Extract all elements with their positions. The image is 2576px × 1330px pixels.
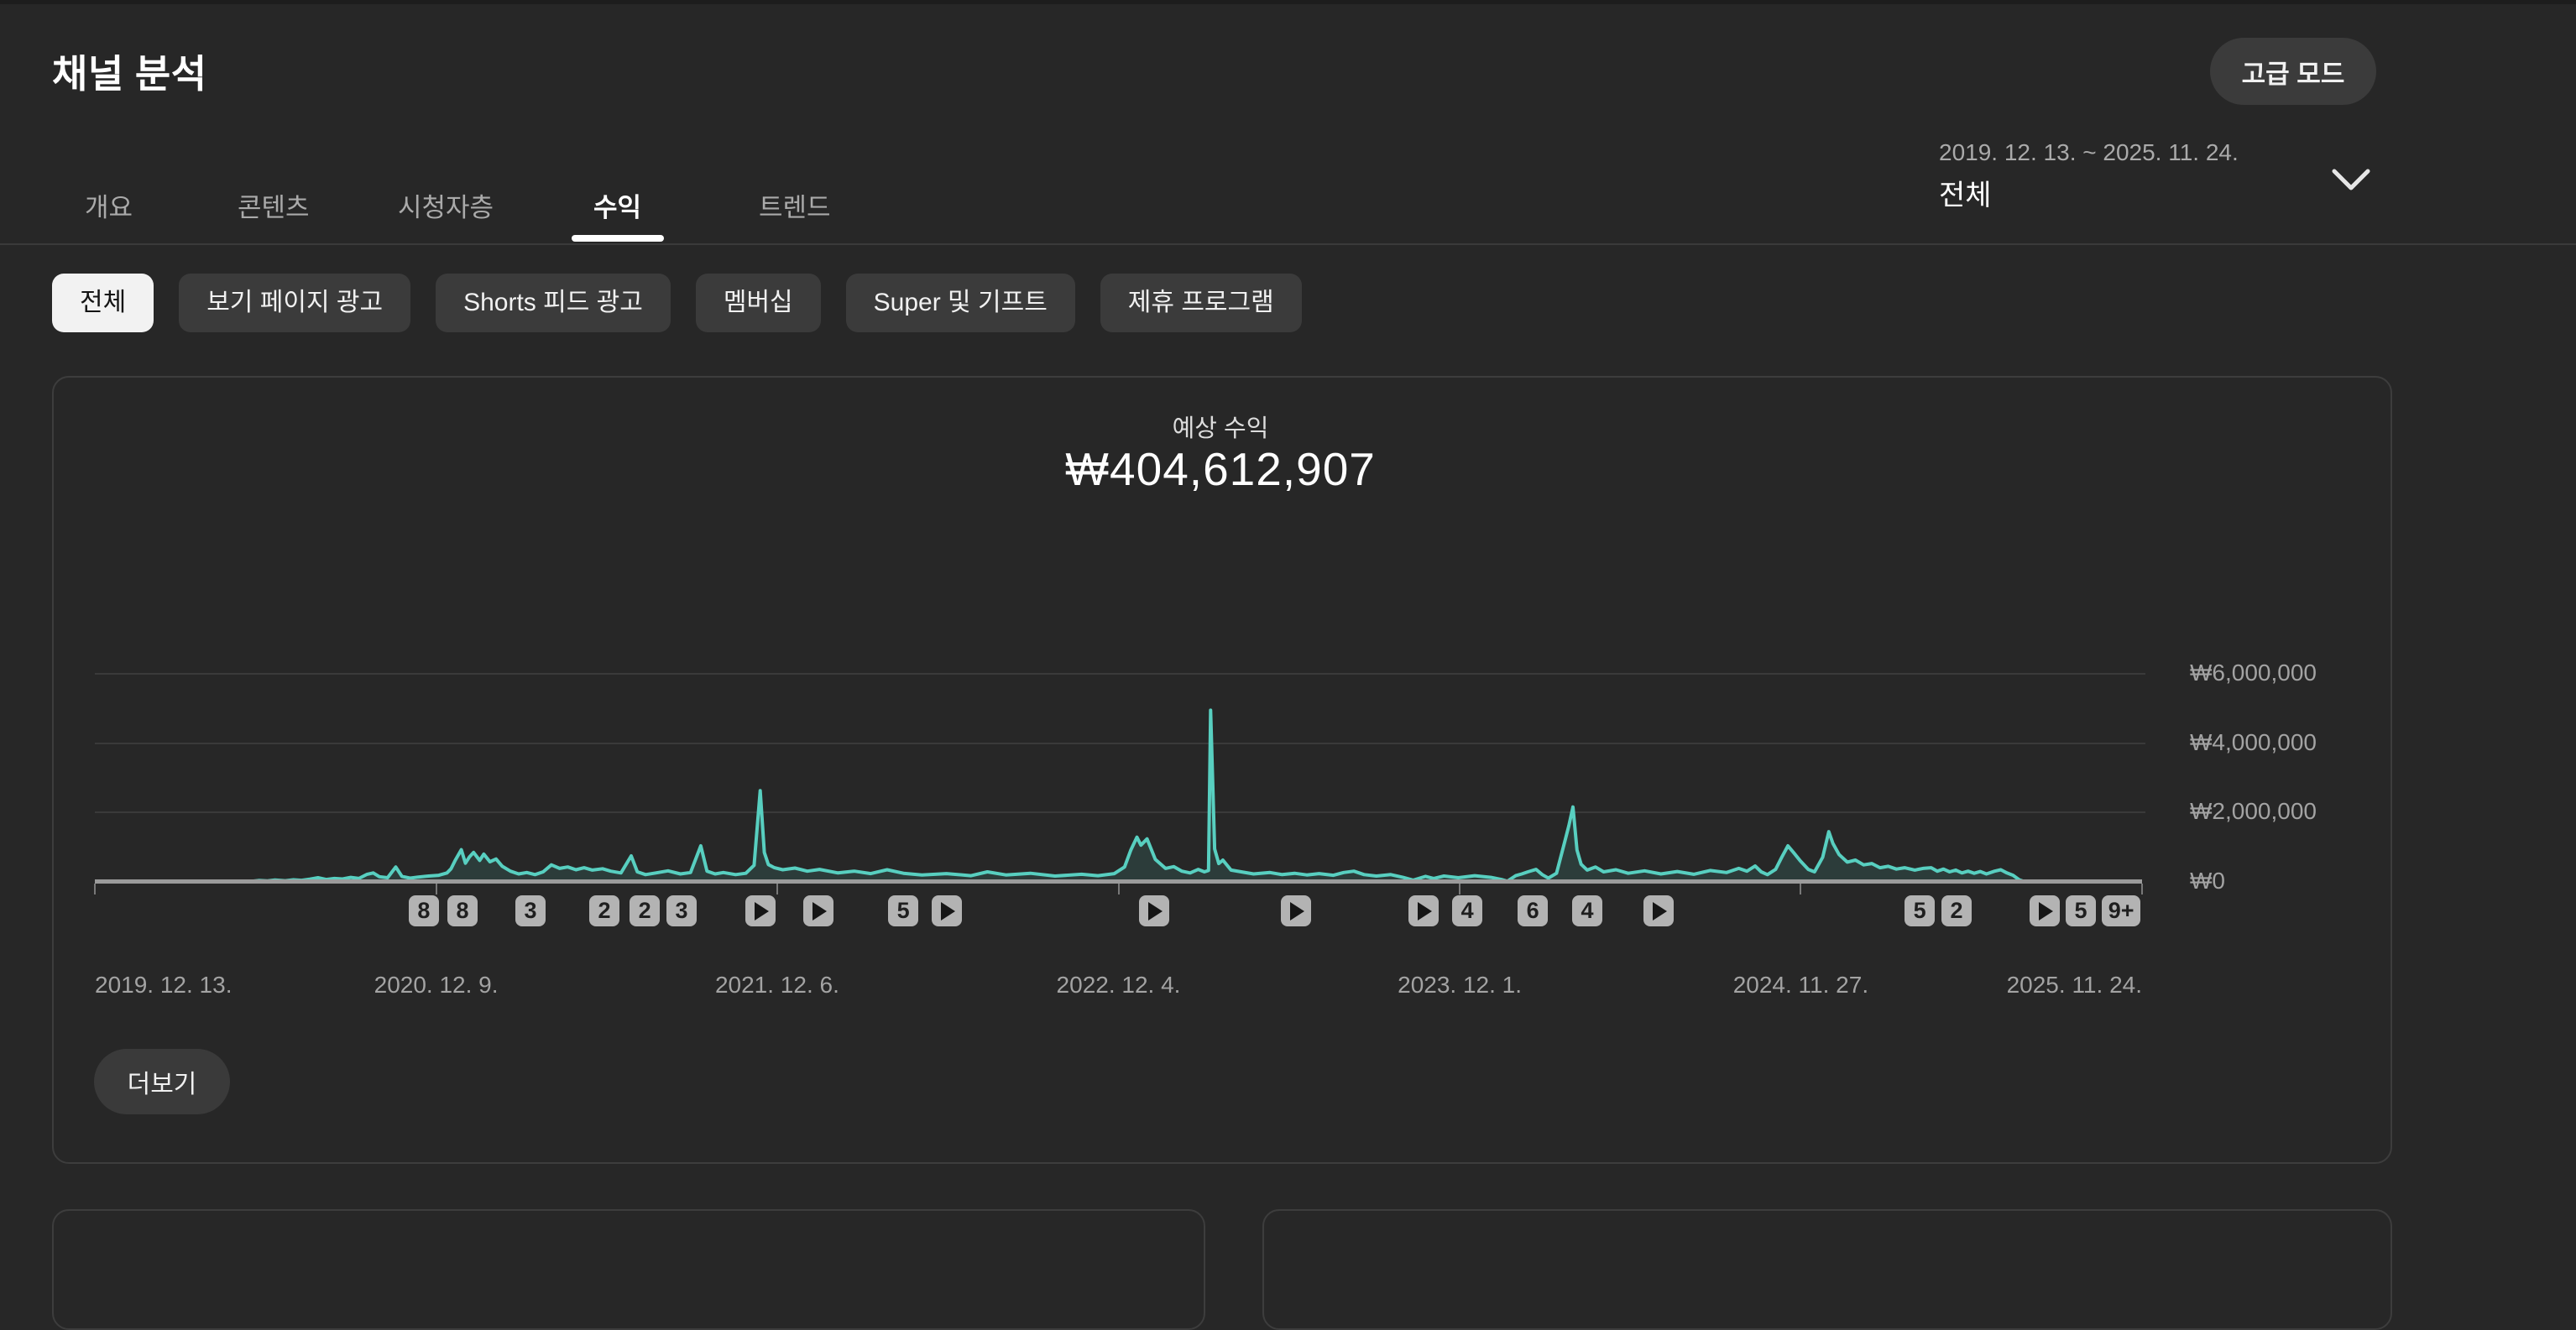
date-range-selector[interactable]: 2019. 12. 13. ~ 2025. 11. 24. 전체: [1939, 134, 2476, 227]
metric-value: ₩404,612,907: [52, 442, 2389, 496]
video-marker-count[interactable]: 2: [589, 895, 619, 926]
video-marker-play[interactable]: [2030, 895, 2060, 926]
revenue-filter-chip[interactable]: 멤버십: [696, 274, 821, 332]
x-axis-tick: [776, 884, 778, 894]
y-axis-tick-label: ₩0: [2190, 868, 2225, 894]
video-marker-count[interactable]: 3: [515, 895, 546, 926]
play-icon: [1290, 902, 1304, 921]
revenue-filter-chip[interactable]: 보기 페이지 광고: [179, 274, 410, 332]
x-axis-tick: [436, 884, 437, 894]
x-axis-tick-label: 2023. 12. 1.: [1398, 972, 1522, 999]
page-title: 채널 분석: [52, 44, 207, 99]
tab-label: 시청자층: [398, 186, 494, 224]
video-marker-play[interactable]: [1408, 895, 1439, 926]
video-marker-play[interactable]: [745, 895, 776, 926]
revenue-filter-chip[interactable]: 제휴 프로그램: [1100, 274, 1302, 332]
video-marker-play[interactable]: [1643, 895, 1674, 926]
revenue-filter-chips: 전체 보기 페이지 광고 Shorts 피드 광고 멤버십 Super 및 기프트 제휴 …: [52, 274, 1302, 332]
x-axis-tick-label: 2019. 12. 13.: [95, 972, 232, 999]
y-axis-tick-label: ₩4,000,000: [2190, 729, 2317, 756]
revenue-line-chart: [95, 660, 2142, 883]
x-axis-tick-label: 2020. 12. 9.: [374, 972, 499, 999]
play-icon: [813, 902, 827, 921]
revenue-area-fill: [95, 710, 2142, 882]
video-marker-count[interactable]: 8: [409, 895, 439, 926]
play-icon: [1653, 902, 1667, 921]
video-marker-count[interactable]: 2: [630, 895, 660, 926]
video-marker-count[interactable]: 5: [1905, 895, 1935, 926]
x-axis-tick-label: 2024. 11. 27.: [1733, 972, 1868, 999]
x-axis-tick: [1800, 884, 1801, 894]
metric-label: 예상 수익: [52, 409, 2389, 444]
video-marker-play[interactable]: [803, 895, 833, 926]
video-marker-play[interactable]: [932, 895, 962, 926]
bottom-left-card: [52, 1209, 1205, 1330]
x-axis-tick-label: 2022. 12. 4.: [1057, 972, 1181, 999]
video-marker-play[interactable]: [1139, 895, 1169, 926]
x-axis-tick-label: 2021. 12. 6.: [715, 972, 839, 999]
chevron-down-icon[interactable]: [2329, 166, 2373, 195]
play-icon: [1418, 902, 1432, 921]
tab-4[interactable]: 트렌드: [759, 166, 831, 243]
tab-label: 개요: [85, 186, 133, 224]
video-marker-count[interactable]: 6: [1518, 895, 1548, 926]
x-axis-tick-label: 2025. 11. 24.: [2007, 972, 2142, 999]
bottom-right-card: [1262, 1209, 2392, 1330]
video-marker-count[interactable]: 5: [888, 895, 918, 926]
tab-0[interactable]: 개요: [85, 166, 133, 243]
video-marker-play[interactable]: [1281, 895, 1311, 926]
video-marker-count[interactable]: 5: [2066, 895, 2096, 926]
date-range-text: 2019. 12. 13. ~ 2025. 11. 24.: [1939, 139, 2239, 166]
play-icon: [2039, 902, 2053, 921]
tab-revenue[interactable]: 수익: [593, 166, 641, 243]
video-marker-count[interactable]: 9+: [2102, 895, 2140, 926]
tab-1[interactable]: 콘텐츠: [238, 166, 310, 243]
y-axis-tick-label: ₩2,000,000: [2190, 798, 2317, 825]
x-axis-tick: [1459, 884, 1460, 894]
tab-label: 콘텐츠: [238, 186, 310, 224]
x-axis-tick: [2141, 884, 2143, 894]
revenue-filter-chip[interactable]: Shorts 피드 광고: [436, 274, 671, 332]
play-icon: [1148, 902, 1163, 921]
play-icon: [941, 902, 955, 921]
revenue-filter-chip[interactable]: 전체: [52, 274, 154, 332]
advanced-mode-button[interactable]: 고급 모드: [2210, 38, 2376, 105]
date-preset-text: 전체: [1939, 172, 1992, 213]
window-top-edge: [0, 0, 2576, 4]
video-marker-count[interactable]: 4: [1452, 895, 1482, 926]
revenue-filter-chip[interactable]: Super 및 기프트: [846, 274, 1075, 332]
tab-label: 트렌드: [759, 186, 831, 224]
x-axis-tick: [94, 884, 96, 894]
video-marker-count[interactable]: 4: [1572, 895, 1602, 926]
y-axis-tick-label: ₩6,000,000: [2190, 660, 2317, 686]
tab-label: 수익: [593, 186, 641, 224]
tab-2[interactable]: 시청자층: [398, 166, 494, 243]
video-marker-count[interactable]: 3: [666, 895, 697, 926]
x-axis-tick: [1118, 884, 1120, 894]
video-marker-count[interactable]: 2: [1941, 895, 1972, 926]
see-more-button[interactable]: 더보기: [94, 1049, 230, 1114]
play-icon: [755, 902, 769, 921]
tabs-divider: [0, 243, 2576, 245]
video-marker-count[interactable]: 8: [447, 895, 478, 926]
